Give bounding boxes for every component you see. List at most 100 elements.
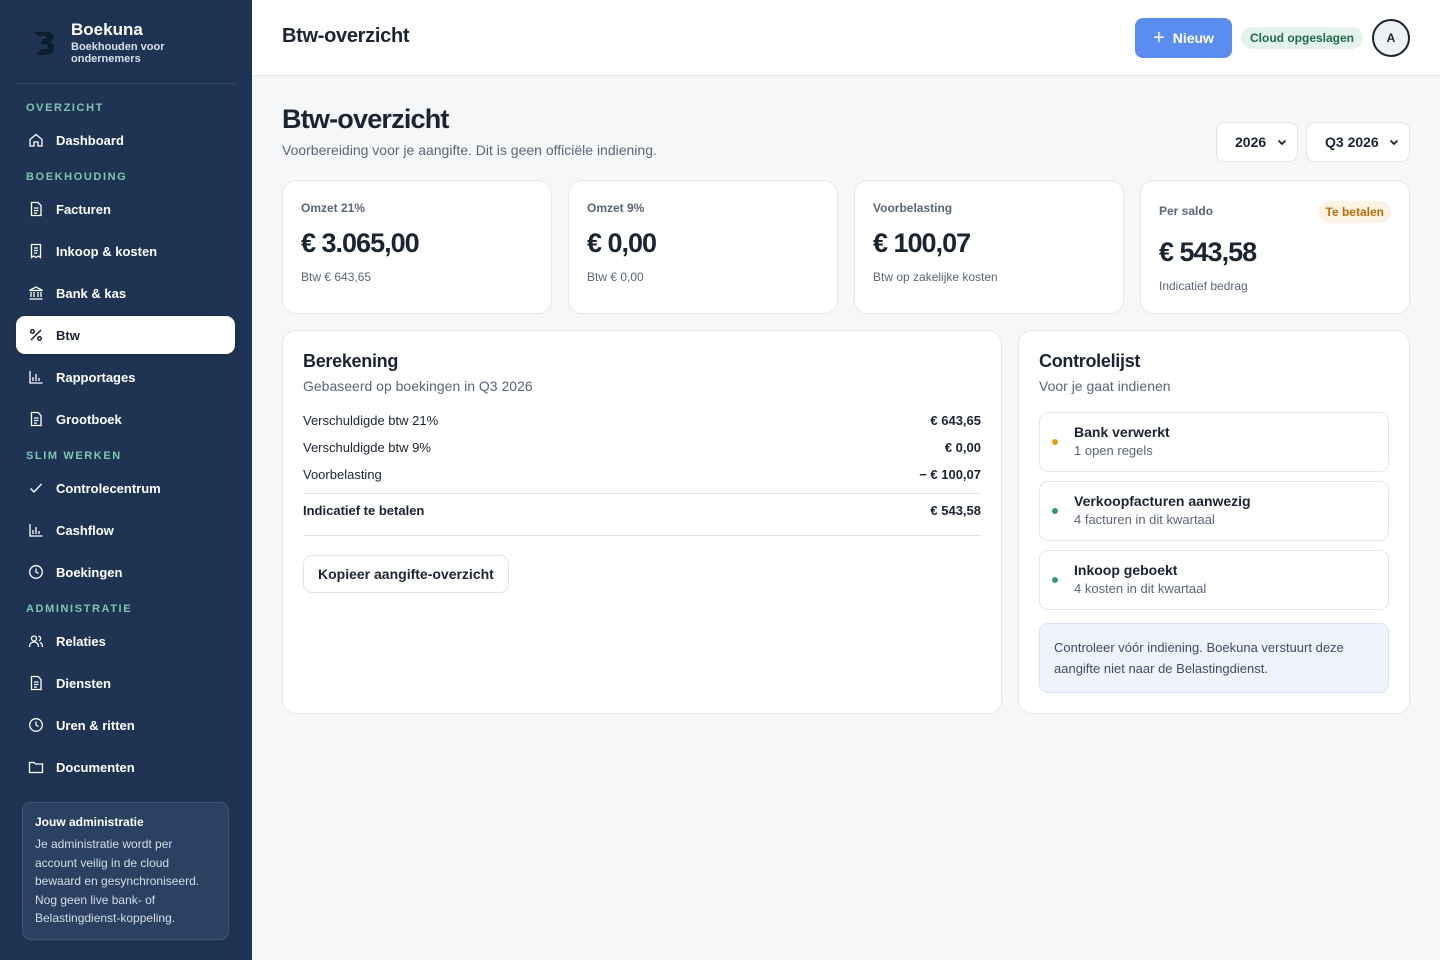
new-button-label: Nieuw: [1172, 30, 1214, 46]
quarter-select[interactable]: Q3 2026: [1306, 122, 1410, 162]
panel-title: Berekening: [303, 351, 399, 371]
stat-value: € 3.065,00: [301, 228, 420, 258]
calc-row-amount: € 0,00: [944, 440, 981, 455]
sidebar-item-cashflow[interactable]: Cashflow: [16, 511, 235, 549]
status-dot-icon: [1052, 439, 1058, 445]
year-select[interactable]: 2026: [1216, 122, 1298, 162]
new-button[interactable]: + Nieuw: [1135, 18, 1232, 58]
checklist-item-desc: 1 open regels: [1074, 443, 1153, 458]
sidebar-item-label: Btw: [56, 327, 80, 343]
sidebar-item-bank[interactable]: Bank & kas: [16, 274, 235, 312]
sidebar-item-label: Boekingen: [56, 564, 123, 580]
home-icon: [28, 132, 44, 148]
checklist-item-desc: 4 kosten in dit kwartaal: [1074, 581, 1207, 596]
sidebar-item-dashboard[interactable]: Dashboard: [16, 121, 235, 159]
sidebar-item-label: Inkoop & kosten: [56, 243, 158, 259]
calc-total-label: Indicatief te betalen: [303, 503, 425, 518]
sidebar-item-label: Grootboek: [56, 411, 122, 427]
sidebar-item-btw[interactable]: Btw: [16, 316, 235, 354]
folder-icon: [28, 759, 44, 775]
sidebar-item-facturen[interactable]: Facturen: [16, 190, 235, 228]
sidebar-item-label: Controlecentrum: [56, 480, 161, 496]
brand-subtitle: Boekhouden voor ondernemers: [71, 41, 165, 65]
calc-total-amount: € 543,58: [930, 503, 981, 518]
sidebar-item-label: Uren & ritten: [56, 717, 135, 733]
divider: [16, 83, 235, 84]
panel-subtitle: Voor je gaat indienen: [1039, 378, 1171, 394]
checklist-item-title: Inkoop geboekt: [1074, 562, 1178, 578]
users-icon: [28, 633, 44, 649]
document-icon: [28, 201, 44, 217]
stat-subtext: Btw op zakelijke kosten: [873, 270, 998, 284]
stat-subtext: Btw € 0,00: [587, 270, 644, 284]
sidebar-item-label: Facturen: [56, 201, 111, 217]
stat-card-omzet-9: Omzet 9% € 0,00 Btw € 0,00: [568, 180, 838, 314]
panel-subtitle: Gebaseerd op boekingen in Q3 2026: [303, 378, 533, 394]
checklist-item-verkoopfacturen[interactable]: Verkoopfacturen aanwezig 4 facturen in d…: [1039, 481, 1389, 541]
sidebar-item-controlecentrum[interactable]: Controlecentrum: [16, 469, 235, 507]
stat-label: Voorbelasting: [873, 201, 953, 215]
checklist-item-bank[interactable]: Bank verwerkt 1 open regels: [1039, 412, 1389, 472]
stat-card-omzet-21: Omzet 21% € 3.065,00 Btw € 643,65: [282, 180, 552, 314]
clock-icon: [28, 717, 44, 733]
sidebar-item-label: Relaties: [56, 633, 106, 649]
administration-info-card: Jouw administratie Je administratie word…: [22, 802, 229, 940]
stat-value: € 543,58: [1159, 237, 1257, 267]
checklist-panel: Controlelijst Voor je gaat indienen Bank…: [1018, 330, 1410, 714]
calc-row-label: Verschuldigde btw 21%: [303, 413, 439, 428]
sidebar-item-label: Documenten: [56, 759, 135, 775]
brand-name: Boekuna: [71, 20, 143, 39]
checklist-item-title: Verkoopfacturen aanwezig: [1074, 493, 1251, 509]
nav-section-overzicht: OVERZICHT: [26, 102, 104, 114]
brand[interactable]: Boekuna Boekhouden voor ondernemers: [32, 20, 191, 65]
stat-value: € 100,07: [873, 228, 971, 258]
sidebar-item-relaties[interactable]: Relaties: [16, 622, 235, 660]
calc-row-label: Verschuldigde btw 9%: [303, 440, 431, 455]
bar-chart-icon: [28, 522, 44, 538]
admin-card-title: Jouw administratie: [35, 815, 144, 829]
stat-card-voorbelasting: Voorbelasting € 100,07 Btw op zakelijke …: [854, 180, 1124, 314]
status-dot-icon: [1052, 508, 1058, 514]
checklist-item-desc: 4 facturen in dit kwartaal: [1074, 512, 1215, 527]
document-icon: [28, 675, 44, 691]
stat-card-per-saldo: Per saldo Te betalen € 543,58 Indicatief…: [1140, 180, 1410, 314]
bank-icon: [28, 285, 44, 301]
stat-value: € 0,00: [587, 228, 657, 258]
status-badge: Te betalen: [1318, 201, 1391, 223]
admin-card-text: Je administratie wordt per account veili…: [35, 837, 200, 925]
bar-chart-icon: [28, 369, 44, 385]
chevron-down-icon: [1389, 139, 1399, 146]
receipt-icon: [28, 243, 44, 259]
sidebar-item-label: Dashboard: [56, 132, 124, 148]
calc-row-label: Voorbelasting: [303, 467, 382, 482]
calc-row-btw-9: Verschuldigde btw 9% € 0,00: [303, 440, 981, 455]
calc-row-voorbelasting: Voorbelasting − € 100,07: [303, 467, 981, 482]
stat-subtext: Indicatief bedrag: [1159, 279, 1248, 293]
stat-label: Omzet 9%: [587, 201, 645, 215]
sidebar-item-grootboek[interactable]: Grootboek: [16, 400, 235, 438]
sidebar-item-inkoop[interactable]: Inkoop & kosten: [16, 232, 235, 270]
sidebar-item-label: Cashflow: [56, 522, 114, 538]
sidebar-item-diensten[interactable]: Diensten: [16, 664, 235, 702]
percent-icon: [28, 327, 44, 343]
info-note: Controleer vóór indiening. Boekuna verst…: [1039, 623, 1389, 693]
sidebar-item-uren-ritten[interactable]: Uren & ritten: [16, 706, 235, 744]
checklist-item-inkoop[interactable]: Inkoop geboekt 4 kosten in dit kwartaal: [1039, 550, 1389, 610]
sidebar-item-boekingen[interactable]: Boekingen: [16, 553, 235, 591]
sidebar-item-label: Rapportages: [56, 369, 136, 385]
avatar[interactable]: A: [1372, 19, 1410, 57]
sidebar: Boekuna Boekhouden voor ondernemers OVER…: [0, 0, 252, 960]
topbar: Btw-overzicht + Nieuw Cloud opgeslagen A: [252, 0, 1440, 76]
divider: [303, 493, 981, 494]
sidebar-item-label: Bank & kas: [56, 285, 127, 301]
sidebar-item-rapportages[interactable]: Rapportages: [16, 358, 235, 396]
topbar-title: Btw-overzicht: [282, 25, 410, 47]
nav-section-slim-werken: SLIM WERKEN: [26, 450, 122, 462]
stat-label: Per saldo: [1159, 204, 1214, 218]
stat-subtext: Btw € 643,65: [301, 270, 372, 284]
copy-return-overview-button[interactable]: Kopieer aangifte-overzicht: [303, 555, 509, 593]
calc-row-amount: − € 100,07: [919, 467, 981, 482]
sidebar-item-documenten[interactable]: Documenten: [16, 748, 235, 786]
page-title: Btw-overzicht: [282, 104, 449, 134]
panel-title: Controlelijst: [1039, 351, 1141, 371]
